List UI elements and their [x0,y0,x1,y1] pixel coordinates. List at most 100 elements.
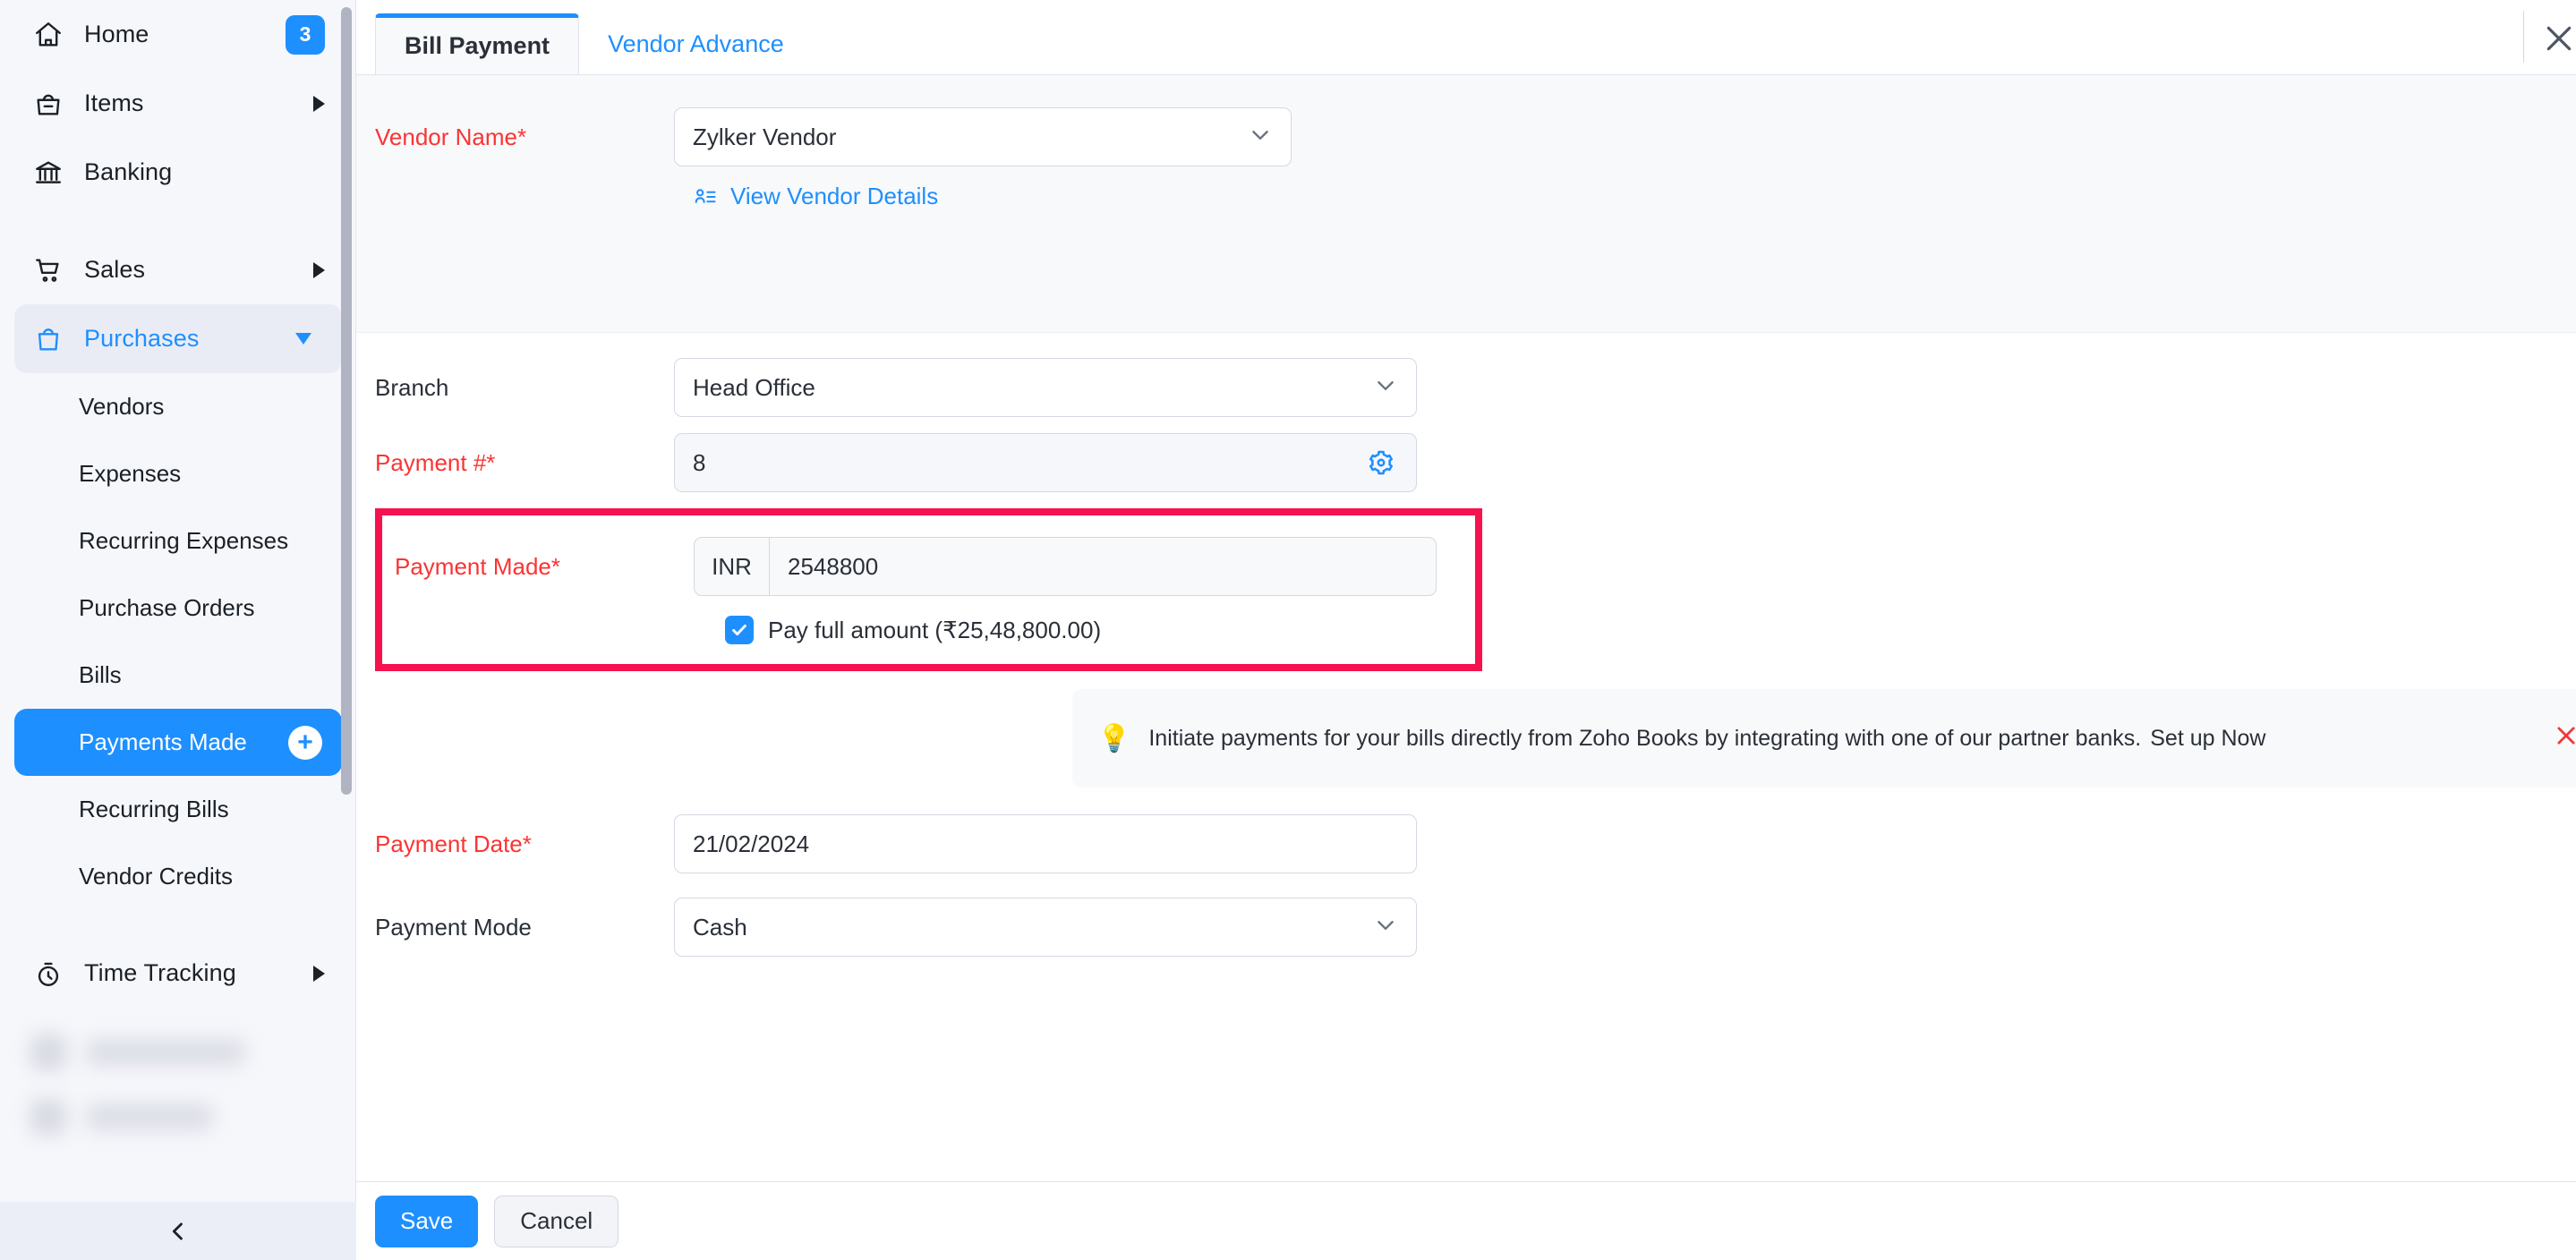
sidebar-sub-label: Bills [79,661,122,689]
sidebar-scrollbar[interactable] [341,7,352,795]
branch-control: Head Office [674,358,1417,417]
tab-bill-payment[interactable]: Bill Payment [375,13,579,74]
sidebar-item-time-tracking[interactable]: Time Tracking [0,939,355,1008]
tab-label: Bill Payment [405,32,550,60]
sidebar-item-label: Sales [84,256,145,284]
vendor-name-select[interactable]: Zylker Vendor [674,107,1292,166]
sidebar-collapse-button[interactable] [0,1202,356,1260]
lower-fields-section: Payment Date* 21/02/2024 Payment Mode Ca… [356,788,2576,970]
obscured-icon [30,1099,66,1135]
payment-made-label: Payment Made* [382,553,694,581]
tab-bar: Bill Payment Vendor Advance [356,0,2576,75]
bank-icon [30,155,66,191]
payment-number-input[interactable]: 8 [674,433,1417,492]
payment-date-label: Payment Date* [356,830,674,858]
obscured-icon [30,1034,66,1070]
sidebar-divider-gap [0,207,355,235]
header-divider [2523,11,2524,63]
sidebar-item-label: Home [84,21,149,48]
vendor-section: Vendor Name* Zylker Vendor [356,75,2576,333]
payment-date-value: 21/02/2024 [693,830,809,858]
chevron-right-icon [313,96,325,112]
payment-mode-select[interactable]: Cash [674,898,1417,957]
obscured-item [30,1020,355,1085]
obscured-label [86,1103,213,1130]
sidebar-sub-label: Vendors [79,393,164,421]
set-up-now-link[interactable]: Set up Now [2150,726,2265,752]
home-icon [30,17,66,53]
vendor-name-label: Vendor Name* [356,123,674,151]
add-payment-icon[interactable]: + [288,726,322,760]
payment-date-row: Payment Date* 21/02/2024 [356,814,2576,873]
branch-select[interactable]: Head Office [674,358,1417,417]
sidebar-item-vendors[interactable]: Vendors [0,373,355,440]
pay-full-amount-label: Pay full amount (₹25,48,800.00) [768,617,1101,644]
vendor-name-value: Zylker Vendor [693,123,836,151]
sidebar-item-banking[interactable]: Banking [0,138,355,207]
sidebar-item-purchase-orders[interactable]: Purchase Orders [0,575,355,642]
payment-date-control: 21/02/2024 [674,814,1417,873]
payment-number-settings-button[interactable] [1361,443,1401,482]
payment-mode-control: Cash [674,898,1417,957]
view-vendor-details-link[interactable]: View Vendor Details [693,183,2576,210]
sidebar-item-vendor-credits[interactable]: Vendor Credits [0,843,355,910]
chevron-right-icon [313,262,325,278]
chevron-right-icon [313,966,325,982]
vendor-name-row: Vendor Name* Zylker Vendor [356,107,2576,166]
home-badge: 3 [286,15,325,55]
payment-number-row: Payment #* 8 [356,433,2576,492]
sidebar-item-label: Items [84,89,144,117]
sidebar-sub-label: Expenses [79,460,181,488]
sidebar-item-items[interactable]: Items [0,69,355,138]
obscured-item [30,1085,355,1149]
sidebar-item-recurring-expenses[interactable]: Recurring Expenses [0,507,355,575]
banner-text: Initiate payments for your bills directl… [1148,726,2141,752]
sidebar-item-bills[interactable]: Bills [0,642,355,709]
sidebar-item-payments-made[interactable]: Payments Made + [14,709,342,776]
sidebar-sub-label: Recurring Bills [79,796,229,823]
cancel-button[interactable]: Cancel [494,1196,618,1247]
payment-mode-label: Payment Mode [356,914,674,941]
vendor-name-control: Zylker Vendor [674,107,1292,166]
sidebar-sub-label: Purchase Orders [79,594,255,622]
sidebar-item-expenses[interactable]: Expenses [0,440,355,507]
view-vendor-wrap: View Vendor Details [674,183,2576,210]
payment-form: Vendor Name* Zylker Vendor [356,75,2576,970]
chevron-down-icon [295,333,311,345]
view-vendor-details-label: View Vendor Details [730,183,938,210]
gear-icon [1367,448,1395,477]
payment-number-control: 8 [674,433,1417,492]
close-icon [2553,722,2576,749]
payment-date-input[interactable]: 21/02/2024 [674,814,1417,873]
sidebar-item-purchases[interactable]: Purchases [14,304,342,373]
sidebar-divider-gap-2 [0,910,355,939]
save-button[interactable]: Save [375,1196,478,1247]
sidebar: Home 3 Items Banking [0,0,356,1260]
sidebar-nav: Home 3 Items Banking [0,0,355,1202]
sidebar-item-label: Purchases [84,325,199,353]
cart-icon [30,252,66,288]
banner-close-button[interactable] [2553,722,2576,754]
payment-mode-value: Cash [693,914,747,941]
payment-mode-row: Payment Mode Cash [356,898,2576,957]
sidebar-item-recurring-bills[interactable]: Recurring Bills [0,776,355,843]
pay-full-amount-checkbox[interactable] [725,616,754,644]
lightbulb-icon: 💡 [1097,723,1130,754]
app-root: Home 3 Items Banking [0,0,2576,1260]
branch-value: Head Office [693,374,815,402]
sidebar-sub-label: Vendor Credits [79,863,233,890]
sidebar-item-label: Time Tracking [84,959,236,987]
contact-card-icon [693,184,718,209]
sidebar-sub-label: Recurring Expenses [79,527,288,555]
close-button[interactable] [2535,14,2576,63]
sidebar-item-label: Banking [84,158,172,186]
tab-label: Vendor Advance [608,30,784,58]
pay-full-amount-checkbox-row[interactable]: Pay full amount (₹25,48,800.00) [725,616,1475,644]
tab-vendor-advance[interactable]: Vendor Advance [579,13,813,74]
branch-label: Branch [356,374,674,402]
payment-made-input[interactable]: 2548800 [770,538,1436,595]
stopwatch-icon [30,956,66,992]
close-icon [2541,21,2576,56]
sidebar-item-sales[interactable]: Sales [0,235,355,304]
sidebar-item-home[interactable]: Home 3 [0,0,355,69]
